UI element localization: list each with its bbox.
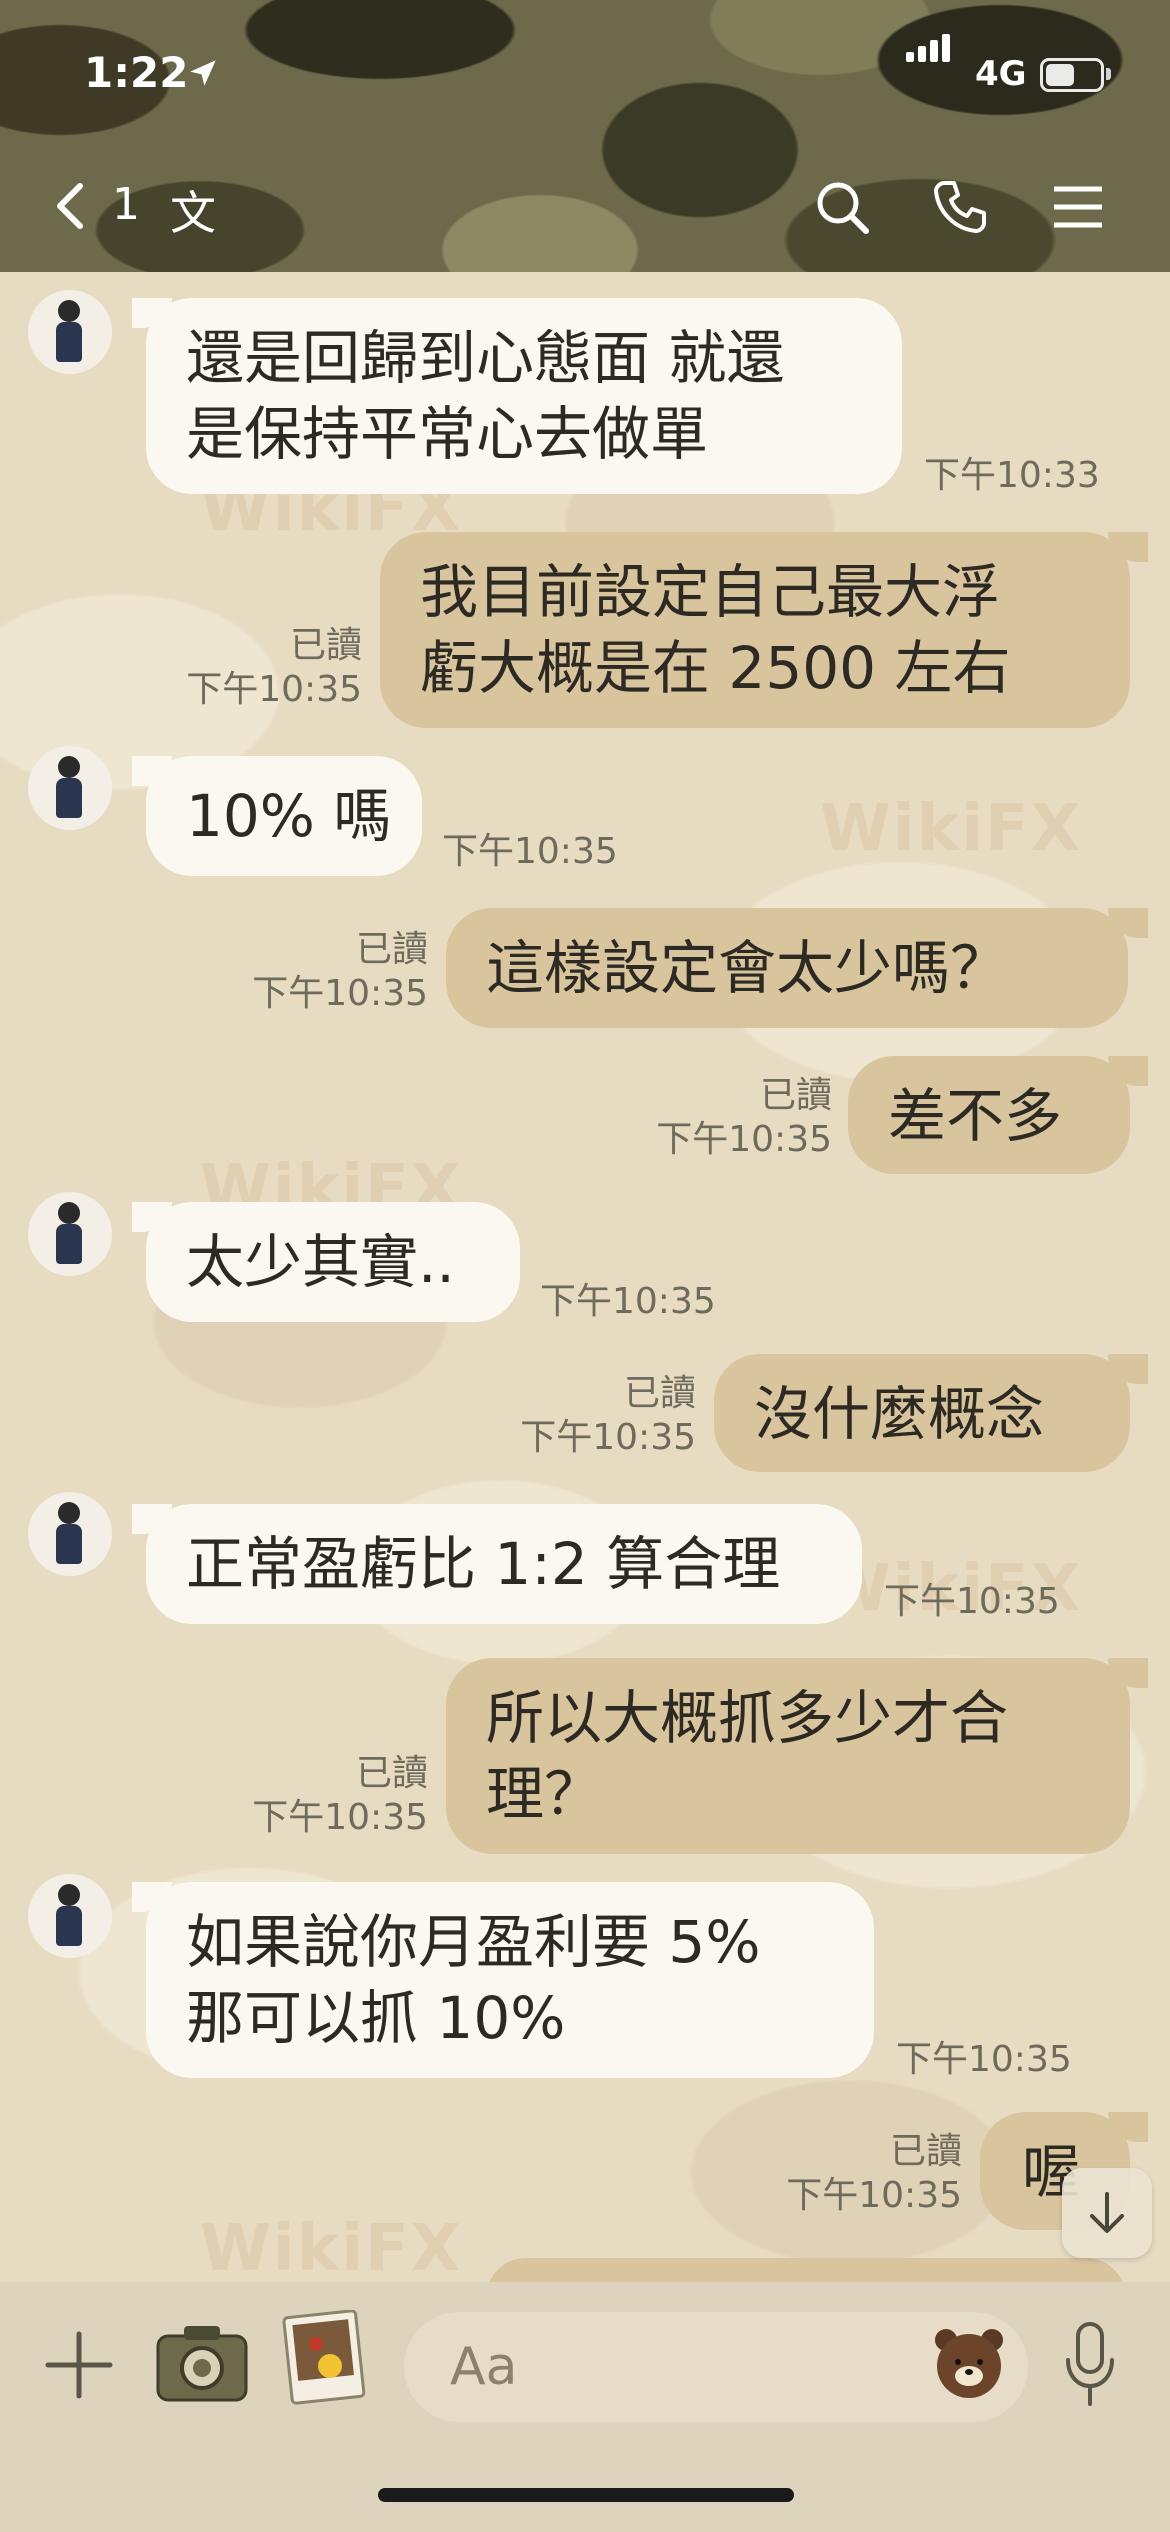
network-label: 4G	[975, 54, 1027, 94]
message-bubble-outgoing[interactable]: 這樣設定會太少嗎？	[446, 908, 1128, 1028]
watermark: WikiFX	[820, 792, 1083, 866]
contact-avatar[interactable]	[28, 1874, 112, 1958]
watermark: WikiFX	[200, 2212, 463, 2286]
read-receipt: 已讀	[355, 1753, 428, 1794]
phone-icon[interactable]	[930, 177, 990, 237]
contact-avatar[interactable]	[28, 1492, 112, 1576]
plus-icon[interactable]	[44, 2330, 114, 2400]
location-arrow-icon	[190, 60, 216, 86]
message-bubble-incoming[interactable]: 10% 嗎	[146, 756, 422, 876]
message-time: 下午10:35	[786, 2175, 962, 2216]
photo-icon[interactable]	[282, 2310, 366, 2406]
battery-icon	[1040, 58, 1104, 92]
chat-header: 1:22 4G 1 文	[0, 0, 1170, 272]
message-time: 下午10:35	[896, 2039, 1072, 2080]
nav-bar: 1 文	[0, 165, 1170, 245]
home-indicator	[378, 2488, 794, 2502]
message-bubble-outgoing[interactable]: 我目前設定自己最大浮 虧大概是在 2500 左右	[380, 532, 1130, 728]
status-time: 1:22	[84, 48, 189, 97]
message-meta: 已讀 下午10:35	[770, 2130, 962, 2218]
message-meta: 已讀 下午10:35	[236, 928, 428, 1016]
message-time: 下午10:35	[252, 1797, 428, 1838]
message-meta: 已讀 下午10:35	[640, 1074, 832, 1162]
read-receipt: 已讀	[289, 625, 362, 666]
message-meta: 已讀 下午10:35	[236, 1752, 428, 1840]
chevron-left-icon[interactable]	[50, 181, 90, 231]
message-bubble-outgoing[interactable]: 所以大概抓多少才合 理？	[446, 1658, 1130, 1854]
message-time: 下午10:35	[186, 669, 362, 710]
message-time: 下午10:35	[884, 1581, 1060, 1622]
message-bubble-incoming[interactable]: 正常盈虧比 1:2 算合理	[146, 1504, 862, 1624]
message-time: 下午10:33	[924, 455, 1100, 496]
hamburger-menu-icon[interactable]	[1048, 177, 1108, 237]
read-receipt: 已讀	[889, 2131, 962, 2172]
message-time: 下午10:35	[252, 973, 428, 1014]
back-unread-count[interactable]: 1	[112, 179, 140, 230]
read-receipt: 已讀	[623, 1373, 696, 1414]
message-bubble-outgoing[interactable]: 差不多	[848, 1056, 1130, 1174]
search-icon[interactable]	[812, 177, 872, 237]
scroll-to-bottom-button[interactable]	[1062, 2168, 1152, 2258]
bear-sticker-icon[interactable]	[930, 2324, 1008, 2402]
message-bubble-incoming[interactable]: 如果說你月盈利要 5% 那可以抓 10%	[146, 1882, 874, 2078]
message-bubble-incoming[interactable]: 還是回歸到心態面 就還 是保持平常心去做單	[146, 298, 902, 494]
message-bubble-incoming[interactable]: 太少其實..	[146, 1202, 520, 1322]
status-bar: 1:22 4G	[0, 34, 1170, 108]
message-meta: 已讀 下午10:35	[150, 624, 362, 712]
message-time: 下午10:35	[520, 1417, 696, 1458]
contact-avatar[interactable]	[28, 290, 112, 374]
message-time: 下午10:35	[656, 1119, 832, 1160]
microphone-icon[interactable]	[1060, 2320, 1120, 2410]
message-time: 下午10:35	[540, 1281, 716, 1322]
message-time: 下午10:35	[442, 831, 618, 872]
message-meta: 已讀 下午10:35	[504, 1372, 696, 1460]
read-receipt: 已讀	[759, 1075, 832, 1116]
arrow-down-icon	[1090, 2192, 1124, 2233]
camera-icon[interactable]	[154, 2320, 250, 2410]
chat-title: 文	[170, 186, 216, 240]
contact-avatar[interactable]	[28, 746, 112, 830]
read-receipt: 已讀	[355, 929, 428, 970]
message-bubble-outgoing[interactable]: 沒什麼概念	[714, 1354, 1130, 1472]
contact-avatar[interactable]	[28, 1192, 112, 1276]
